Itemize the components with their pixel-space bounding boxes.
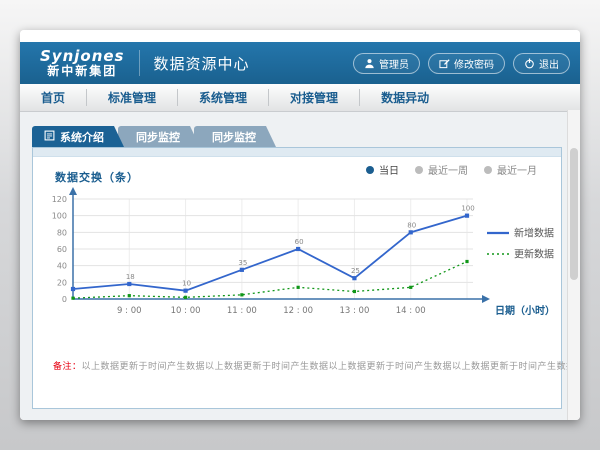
x-axis-arrow-icon (482, 295, 490, 303)
time-range-filters: 当日 最近一周 最近一月 (366, 162, 537, 177)
y-tick-label: 20 (57, 278, 67, 287)
x-tick-label: 12 : 00 (283, 306, 313, 316)
window-top-strip (20, 30, 580, 42)
data-point (352, 276, 356, 280)
data-point-label: 10 (182, 280, 191, 288)
tab-label: 同步监控 (136, 129, 180, 145)
chart-panel: 当日 最近一周 最近一月 数据交换（条） 0204060801001209 : … (32, 147, 562, 409)
document-icon (44, 130, 55, 144)
footnote-label: 备注： (53, 362, 82, 372)
content-area: 系统介绍 同步监控 同步监控 当日 最近一周 (20, 112, 580, 420)
scrollbar-thumb[interactable] (570, 148, 578, 280)
data-point-label: 35 (238, 259, 247, 267)
edit-icon (439, 58, 450, 69)
y-tick-label: 40 (57, 262, 67, 271)
change-password-label: 修改密码 (454, 56, 494, 71)
data-point (127, 282, 131, 286)
user-icon (364, 58, 375, 69)
radio-dot-icon (366, 166, 374, 174)
current-user-button[interactable]: 管理员 (353, 53, 420, 74)
nav-item-integration-mgmt[interactable]: 对接管理 (269, 84, 359, 111)
nav-item-system-mgmt[interactable]: 系统管理 (178, 84, 268, 111)
y-tick-label: 80 (57, 228, 67, 237)
data-point (409, 286, 412, 289)
data-point (71, 297, 74, 300)
tab-system-intro[interactable]: 系统介绍 (32, 126, 124, 147)
data-point (183, 289, 187, 293)
user-label: 管理员 (379, 56, 409, 71)
filter-option[interactable]: 最近一月 (484, 162, 537, 177)
data-point (297, 286, 300, 289)
filter-option[interactable]: 最近一周 (415, 162, 468, 177)
filter-label: 当日 (379, 162, 399, 177)
x-tick-label: 11 : 00 (227, 306, 257, 316)
line-chart: 0 20 40 60 80 100 120 9 : 00 10 : 00 11 : 00 12 : … (37, 187, 557, 339)
y-tick-label: 0 (62, 295, 67, 304)
data-point-label: 60 (295, 238, 304, 246)
x-axis-title: 日期（小时） (495, 304, 555, 317)
data-point (296, 247, 300, 251)
nav-item-standard-mgmt[interactable]: 标准管理 (87, 84, 177, 111)
company-logo: Synjones 新中新集团 (40, 49, 125, 77)
data-point (240, 268, 244, 272)
footnote: 备注：以上数据更新于时间产生数据以上数据更新于时间产生数据以上数据更新于时间产生… (53, 359, 547, 372)
x-tick-label: 10 : 00 (171, 306, 201, 316)
radio-dot-icon (484, 166, 492, 174)
y-tick-label: 100 (52, 212, 67, 221)
filter-label: 最近一周 (428, 162, 468, 177)
data-point (71, 287, 75, 291)
y-tick-label: 120 (52, 195, 67, 204)
nav-item-home[interactable]: 首页 (20, 84, 86, 111)
y-tick-label: 60 (57, 245, 67, 254)
data-point (465, 260, 468, 263)
logout-label: 退出 (539, 56, 559, 71)
data-point-label: 80 (407, 221, 416, 229)
logo-company-text: 新中新集团 (47, 65, 117, 78)
data-point (128, 294, 131, 297)
data-point (184, 296, 187, 299)
data-point (240, 293, 243, 296)
x-tick-label: 13 : 00 (339, 306, 369, 316)
panel-top-strip (33, 148, 561, 157)
chart-wrap: 0 20 40 60 80 100 120 9 : 00 10 : 00 11 : 00 12 : … (37, 187, 561, 343)
x-tick-label: 14 : 00 (396, 306, 426, 316)
tab-bar: 系统介绍 同步监控 同步监控 (32, 126, 580, 147)
tab-label: 系统介绍 (60, 129, 104, 145)
data-point (353, 290, 356, 293)
tab-sync-monitor-2[interactable]: 同步监控 (194, 126, 276, 147)
legend-label: 更新数据 (514, 248, 554, 261)
logout-button[interactable]: 退出 (513, 53, 570, 74)
app-title: 数据资源中心 (154, 53, 250, 74)
tab-label: 同步监控 (212, 129, 256, 145)
filter-option[interactable]: 当日 (366, 162, 399, 177)
header-actions: 管理员 修改密码 退出 (353, 53, 570, 74)
power-icon (524, 58, 535, 69)
change-password-button[interactable]: 修改密码 (428, 53, 505, 74)
data-point (409, 230, 413, 234)
tab-sync-monitor-1[interactable]: 同步监控 (118, 126, 200, 147)
data-point-label: 100 (461, 205, 474, 213)
app-window: Synjones 新中新集团 数据资源中心 管理员 修改密码 (20, 30, 580, 420)
footnote-text: 以上数据更新于时间产生数据以上数据更新于时间产生数据以上数据更新于时间产生数据以… (82, 362, 580, 372)
vertical-scrollbar (567, 110, 580, 420)
filter-label: 最近一月 (497, 162, 537, 177)
data-point-label: 18 (126, 273, 135, 281)
app-header: Synjones 新中新集团 数据资源中心 管理员 修改密码 (20, 42, 580, 84)
radio-dot-icon (415, 166, 423, 174)
main-nav: 首页 标准管理 系统管理 对接管理 数据异动 (20, 84, 580, 112)
y-axis-arrow-icon (69, 187, 77, 195)
x-tick-label: 9 : 00 (117, 306, 141, 316)
nav-item-data-change[interactable]: 数据异动 (360, 84, 450, 111)
data-point (465, 214, 469, 218)
header-divider (139, 50, 140, 76)
data-point-label: 25 (351, 267, 360, 275)
logo-brand-text: Synjones (40, 49, 125, 65)
legend-label: 新增数据 (514, 227, 554, 240)
